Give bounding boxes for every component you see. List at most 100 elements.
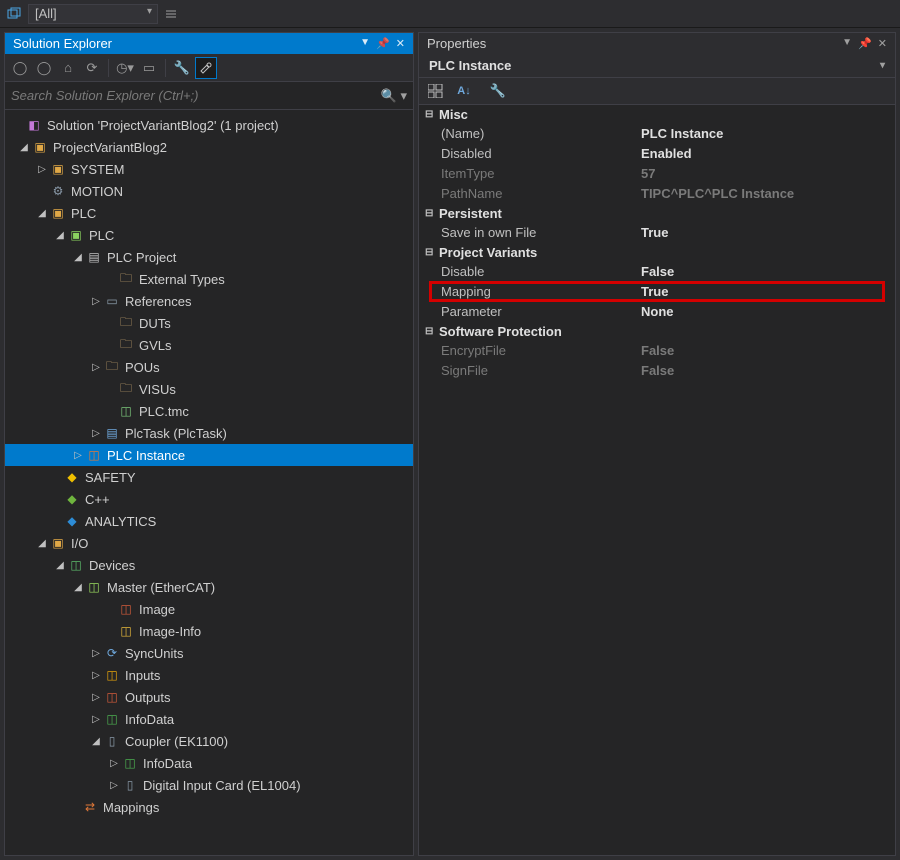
history-icon[interactable]: ◷▾ <box>114 57 136 79</box>
prop-row[interactable]: Save in own FileTrue <box>419 223 895 243</box>
tree-coupler[interactable]: ◢▯Coupler (EK1100) <box>5 730 413 752</box>
tmc-icon: ◫ <box>117 403 135 419</box>
tree-master[interactable]: ◢◫Master (EtherCAT) <box>5 576 413 598</box>
tree-devices[interactable]: ◢◫Devices <box>5 554 413 576</box>
tree-digital-input[interactable]: ▷▯Digital Input Card (EL1004) <box>5 774 413 796</box>
variant-combo[interactable]: [All] <box>28 4 158 24</box>
panel-dropdown-icon[interactable]: ▼ <box>360 37 370 50</box>
main-area: Solution Explorer ▼ 📌 ✕ ◯ ◯ ⌂ ⟳ ◷▾ ▭ 🔧 🔍… <box>0 28 900 860</box>
alphabetical-icon[interactable]: A↓ <box>453 81 475 101</box>
panel-title-label: Solution Explorer <box>13 36 112 51</box>
plc-project-icon: ▤ <box>85 249 103 265</box>
tree-image-info[interactable]: ◫Image-Info <box>5 620 413 642</box>
tree-external-types[interactable]: 🗀External Types <box>5 268 413 290</box>
back-icon[interactable]: ◯ <box>9 57 31 79</box>
prop-value: PLC Instance <box>641 126 895 141</box>
image-info-icon: ◫ <box>117 623 135 639</box>
tree-io[interactable]: ◢▣I/O <box>5 532 413 554</box>
tree-plc-project[interactable]: ◢▤PLC Project <box>5 246 413 268</box>
tree-inputs[interactable]: ▷◫Inputs <box>5 664 413 686</box>
tree-visus[interactable]: 🗀VISUs <box>5 378 413 400</box>
tree-project[interactable]: ◢▣ProjectVariantBlog2 <box>5 136 413 158</box>
cpp-icon: ◆ <box>63 491 81 507</box>
properties-panel: Properties ▼ 📌 ✕ PLC Instance ▾ A↓ 🔧 ⊟Mi… <box>418 32 896 856</box>
tree-solution[interactable]: ◧Solution 'ProjectVariantBlog2' (1 proje… <box>5 114 413 136</box>
io-icon: ▣ <box>49 535 67 551</box>
panel-dropdown-icon[interactable]: ▼ <box>842 37 852 50</box>
prop-value: 57 <box>641 166 895 181</box>
forward-icon[interactable]: ◯ <box>33 57 55 79</box>
safety-icon: ◆ <box>63 469 81 485</box>
sync-icon[interactable]: ⟳ <box>81 57 103 79</box>
tree-plc-instance[interactable]: ▷◫PLC Instance <box>5 444 413 466</box>
tree-motion[interactable]: ⚙MOTION <box>5 180 413 202</box>
tree-infodata[interactable]: ▷◫InfoData <box>5 708 413 730</box>
categorized-icon[interactable] <box>425 81 447 101</box>
prop-category[interactable]: ⊟Project Variants <box>419 243 895 262</box>
prop-category[interactable]: ⊟Persistent <box>419 204 895 223</box>
sync-icon: ⟳ <box>103 645 121 661</box>
prop-row[interactable]: PathNameTIPC^PLC^PLC Instance <box>419 184 895 204</box>
devices-icon: ◫ <box>67 557 85 573</box>
tree-references[interactable]: ▷▭References <box>5 290 413 312</box>
tree-outputs[interactable]: ▷◫Outputs <box>5 686 413 708</box>
tree-mappings[interactable]: ⇄Mappings <box>5 796 413 818</box>
tree-system[interactable]: ▷▣SYSTEM <box>5 158 413 180</box>
plc-icon: ▣ <box>49 205 67 221</box>
prop-row[interactable]: (Name)PLC Instance <box>419 124 895 144</box>
prop-row[interactable]: DisabledEnabled <box>419 144 895 164</box>
folder-icon: 🗀 <box>117 315 135 331</box>
properties-toolbar: A↓ 🔧 <box>419 78 895 105</box>
tree-duts[interactable]: 🗀DUTs <box>5 312 413 334</box>
prop-value: None <box>641 304 895 319</box>
wrench-icon[interactable]: 🔧 <box>171 57 193 79</box>
plc-sub-icon: ▣ <box>67 227 85 243</box>
card-icon: ▯ <box>121 777 139 793</box>
mappings-icon: ⇄ <box>81 799 99 815</box>
panel-pin-icon[interactable]: 📌 <box>376 37 390 50</box>
prop-row[interactable]: ItemType57 <box>419 164 895 184</box>
tree-infodata2[interactable]: ▷◫InfoData <box>5 752 413 774</box>
tree-analytics[interactable]: ◆ANALYTICS <box>5 510 413 532</box>
tree-syncunits[interactable]: ▷⟳SyncUnits <box>5 642 413 664</box>
prop-row[interactable]: MappingTrue <box>419 282 895 302</box>
home-icon[interactable]: ⌂ <box>57 57 79 79</box>
prop-name: Disable <box>441 264 641 279</box>
prop-row[interactable]: ParameterNone <box>419 302 895 322</box>
tree-plctmc[interactable]: ◫PLC.tmc <box>5 400 413 422</box>
panel-close-icon[interactable]: ✕ <box>878 37 887 50</box>
panel-close-icon[interactable]: ✕ <box>396 37 405 50</box>
references-icon: ▭ <box>103 293 121 309</box>
inputs-icon: ◫ <box>103 667 121 683</box>
properties-title: Properties ▼ 📌 ✕ <box>419 33 895 54</box>
tree-image[interactable]: ◫Image <box>5 598 413 620</box>
combo-extra-icon[interactable] <box>162 4 182 24</box>
prop-category[interactable]: ⊟Software Protection <box>419 322 895 341</box>
tree-cpp[interactable]: ◆C++ <box>5 488 413 510</box>
prop-wrench-icon[interactable]: 🔧 <box>487 81 509 101</box>
prop-row[interactable]: EncryptFileFalse <box>419 341 895 361</box>
motion-icon: ⚙ <box>49 183 67 199</box>
tree-gvls[interactable]: 🗀GVLs <box>5 334 413 356</box>
explorer-toolbar: ◯ ◯ ⌂ ⟳ ◷▾ ▭ 🔧 <box>5 54 413 82</box>
prop-row[interactable]: DisableFalse <box>419 262 895 282</box>
properties-object-combo[interactable]: PLC Instance ▾ <box>419 54 895 78</box>
tree-plctask[interactable]: ▷▤PlcTask (PlcTask) <box>5 422 413 444</box>
task-icon: ▤ <box>103 425 121 441</box>
prop-value: TIPC^PLC^PLC Instance <box>641 186 895 201</box>
prop-value: Enabled <box>641 146 895 161</box>
prop-row[interactable]: SignFileFalse <box>419 361 895 381</box>
collapse-icon[interactable]: ▭ <box>138 57 160 79</box>
tree-plc[interactable]: ◢▣PLC <box>5 202 413 224</box>
search-input[interactable] <box>11 85 381 106</box>
instance-icon: ◫ <box>85 447 103 463</box>
properties-icon[interactable] <box>195 57 217 79</box>
tree-pous[interactable]: ▷🗀POUs <box>5 356 413 378</box>
analytics-icon: ◆ <box>63 513 81 529</box>
tree-safety[interactable]: ◆SAFETY <box>5 466 413 488</box>
prop-category[interactable]: ⊟Misc <box>419 105 895 124</box>
search-icon[interactable]: 🔍 ▾ <box>381 88 407 104</box>
panel-pin-icon[interactable]: 📌 <box>858 37 872 50</box>
tree-plc-sub[interactable]: ◢▣PLC <box>5 224 413 246</box>
info-icon: ◫ <box>121 755 139 771</box>
